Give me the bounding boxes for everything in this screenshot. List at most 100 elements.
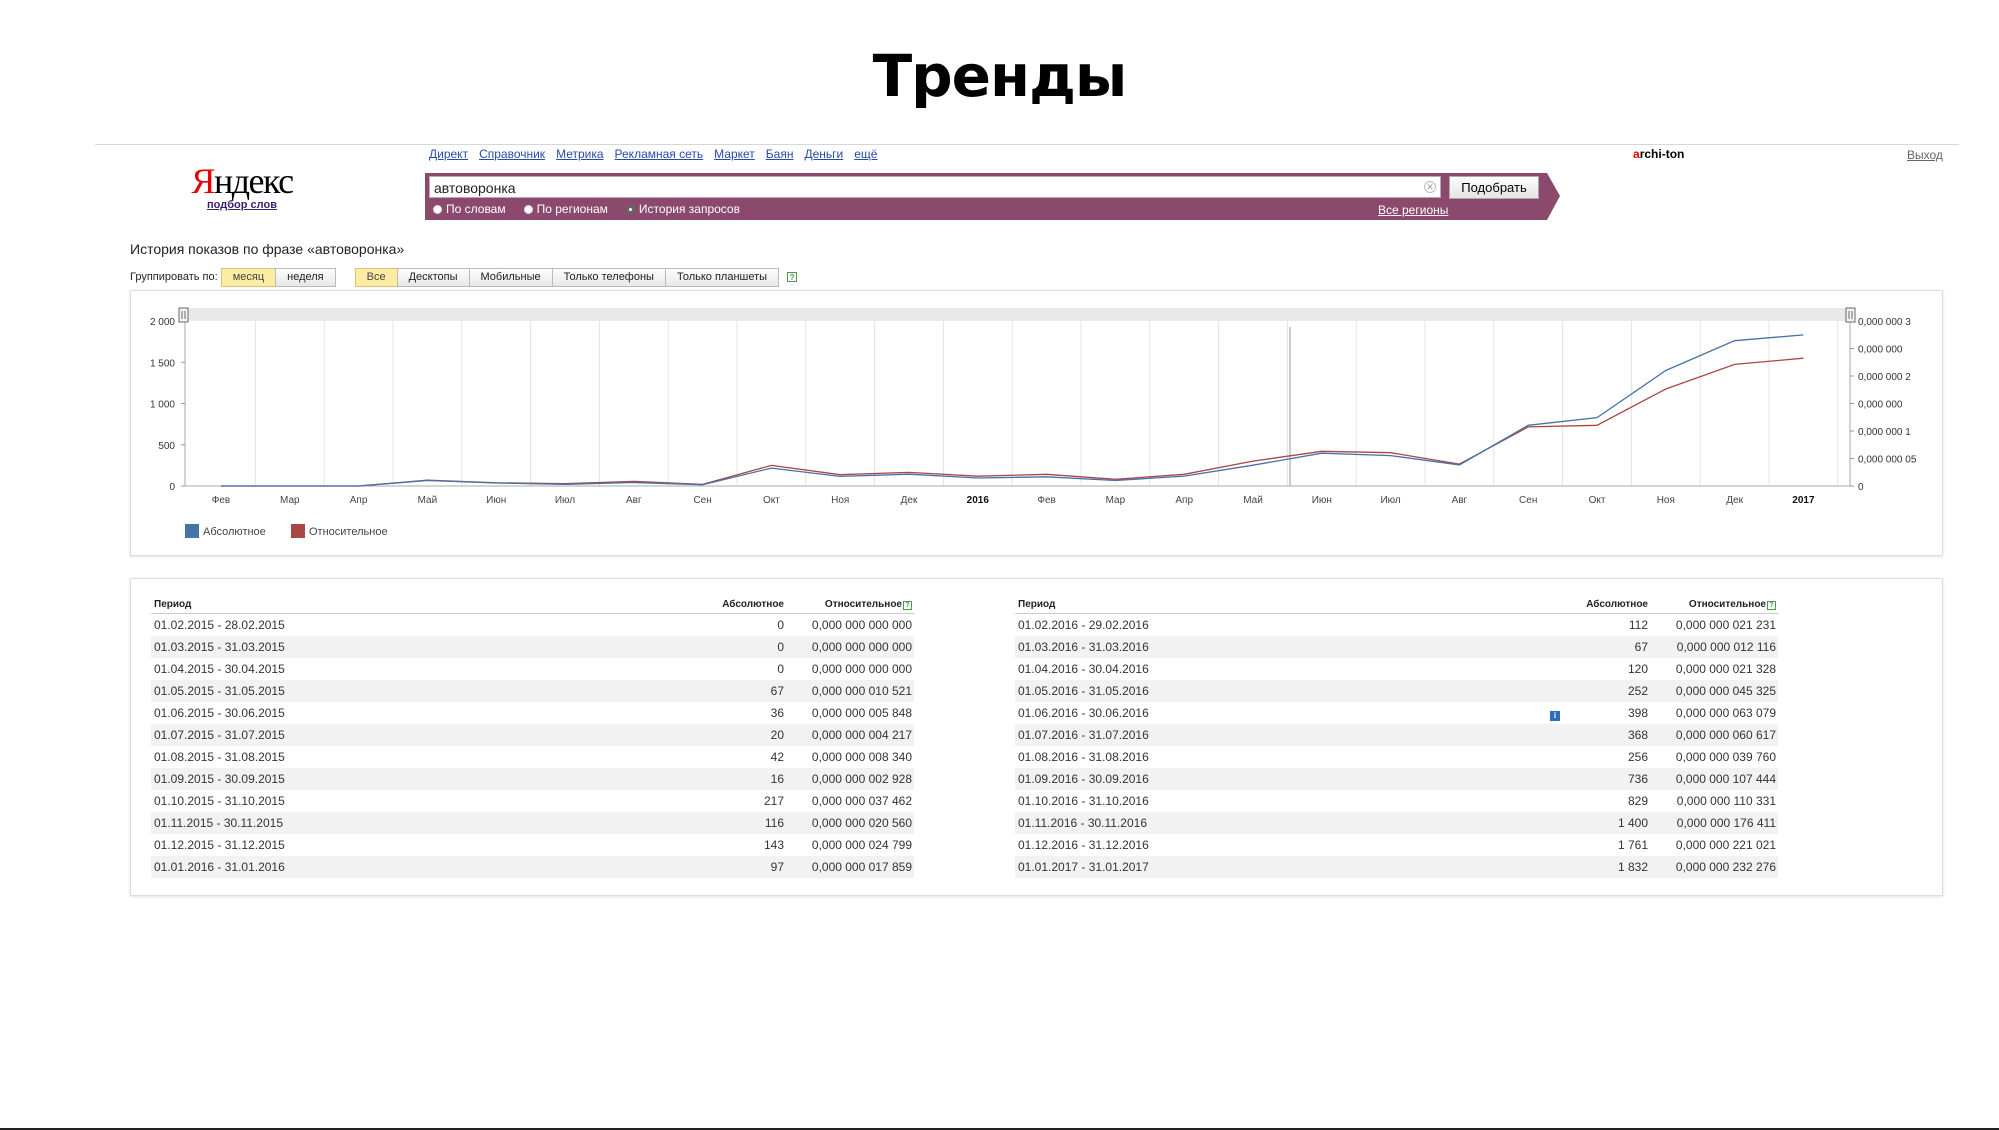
help-icon[interactable]: ? bbox=[903, 600, 912, 610]
range-handle-right[interactable] bbox=[1845, 307, 1856, 323]
logout-link[interactable]: Выход bbox=[1907, 148, 1943, 162]
table-row: 01.02.2015 - 28.02.2015 0 0,000 000 000 00… bbox=[151, 614, 914, 637]
cell-absolute: 829 bbox=[1548, 790, 1648, 812]
user-login-first-letter: a bbox=[1633, 147, 1640, 161]
search-input[interactable]: автоворонка bbox=[429, 176, 1441, 198]
header-relative-label: Относительное bbox=[1688, 598, 1766, 610]
cell-absolute-value: 42 bbox=[770, 750, 784, 764]
table-row: 01.02.2016 - 29.02.2016 112 0,000 000 021 … bbox=[1015, 614, 1778, 637]
y2-tick-label: 0,000 000 1 bbox=[1858, 427, 1911, 438]
cell-period: 01.12.2016 - 31.12.2016 bbox=[1018, 838, 1149, 852]
table-row: 01.08.2015 - 31.08.2015 42 0,000 000 008 3… bbox=[151, 746, 914, 768]
legend-swatch-relative bbox=[291, 524, 305, 538]
table-header-row: Период Абсолютное Относительное? bbox=[151, 595, 914, 614]
cell-absolute: 116 bbox=[684, 812, 784, 834]
info-icon[interactable]: i bbox=[1549, 710, 1560, 721]
yandex-logo[interactable]: Яндекс подбор слов bbox=[190, 161, 294, 211]
table-row: 01.04.2016 - 30.04.2016 120 0,000 000 021 … bbox=[1015, 658, 1778, 680]
radio-query-history[interactable]: История запросов bbox=[625, 202, 740, 216]
all-regions-link[interactable]: Все регионы bbox=[1378, 203, 1448, 217]
table-row: 01.08.2016 - 31.08.2016 256 0,000 000 039 … bbox=[1015, 746, 1778, 768]
device-all-button[interactable]: Все bbox=[354, 268, 398, 287]
cell-absolute-value: 1 400 bbox=[1617, 816, 1648, 830]
cell-relative: 0,000 000 020 560 bbox=[784, 812, 914, 834]
nav-link[interactable]: Баян bbox=[766, 147, 794, 161]
table-row: 01.12.2016 - 31.12.2016 1 761 0,000 000 22… bbox=[1015, 834, 1778, 856]
x-tick-label: Авг bbox=[1452, 495, 1468, 506]
table-row: 01.07.2015 - 31.07.2015 20 0,000 000 004 2… bbox=[151, 724, 914, 746]
cell-absolute: 67 bbox=[1548, 636, 1648, 658]
x-tick-label: Мар bbox=[1106, 495, 1126, 506]
x-tick-label: 2017 bbox=[1792, 495, 1815, 506]
table-panel: Период Абсолютное Относительное? 01.02.2… bbox=[130, 578, 1943, 896]
cell-period: 01.01.2017 - 31.01.2017 bbox=[1015, 856, 1548, 878]
cell-absolute: 217 bbox=[684, 790, 784, 812]
device-phones-button[interactable]: Только телефоны bbox=[551, 268, 666, 287]
help-icon[interactable]: ? bbox=[787, 272, 798, 282]
x-tick-label: Фев bbox=[1037, 495, 1055, 506]
device-desktop-button[interactable]: Десктопы bbox=[396, 268, 470, 287]
table-row: 01.07.2016 - 31.07.2016 368 0,000 000 060 … bbox=[1015, 724, 1778, 746]
nav-link[interactable]: Деньги bbox=[804, 147, 843, 161]
group-week-button[interactable]: неделя bbox=[275, 268, 336, 287]
nav-link[interactable]: Справочник bbox=[479, 147, 545, 161]
nav-link-more[interactable]: ещё bbox=[854, 147, 877, 161]
radio-by-words[interactable]: По словам bbox=[433, 202, 506, 216]
cell-absolute: 368 bbox=[1548, 724, 1648, 746]
x-tick-label: Фев bbox=[212, 495, 230, 506]
range-handle-left[interactable] bbox=[178, 307, 189, 323]
x-tick-label: Сен bbox=[1519, 495, 1537, 506]
y-axis-ticks: 0 500 1 000 1 500 2 000 bbox=[150, 317, 185, 493]
cell-absolute: 0 bbox=[684, 658, 784, 680]
group-month-button[interactable]: месяц bbox=[220, 268, 277, 287]
cell-relative: 0,000 000 037 462 bbox=[811, 794, 912, 808]
user-login[interactable]: archi-ton bbox=[1633, 147, 1684, 161]
x-tick-label: Апр bbox=[1175, 495, 1193, 506]
cell-period: 01.11.2016 - 30.11.2016 bbox=[1015, 812, 1548, 834]
nav-link[interactable]: Метрика bbox=[556, 147, 603, 161]
cell-period: 01.09.2015 - 30.09.2015 bbox=[151, 768, 684, 790]
y-tick-label: 1 000 bbox=[150, 400, 175, 411]
nav-link[interactable]: Рекламная сеть bbox=[615, 147, 704, 161]
nav-link[interactable]: Маркет bbox=[714, 147, 755, 161]
cell-period: 01.05.2016 - 31.05.2016 bbox=[1015, 680, 1548, 702]
cell-period: 01.02.2016 - 29.02.2016 bbox=[1018, 618, 1149, 632]
cell-relative: 0,000 000 221 021 bbox=[1675, 838, 1776, 852]
cell-period: 01.03.2015 - 31.03.2015 bbox=[151, 636, 684, 658]
cell-absolute-value: 829 bbox=[1627, 794, 1648, 808]
x-tick-label: Сен bbox=[693, 495, 711, 506]
services-nav: Директ Справочник Метрика Рекламная сеть Мар… bbox=[429, 147, 888, 161]
device-tablets-button[interactable]: Только планшеты bbox=[664, 268, 780, 287]
x-tick-label: Ноя bbox=[831, 495, 849, 506]
submit-button[interactable]: Подобрать bbox=[1449, 176, 1539, 199]
x-tick-label: Окт bbox=[1589, 495, 1606, 506]
device-mobile-button[interactable]: Мобильные bbox=[468, 268, 553, 287]
cell-absolute: 36 bbox=[684, 702, 784, 724]
table-row: 01.09.2015 - 30.09.2015 16 0,000 000 002 9… bbox=[151, 768, 914, 790]
radio-by-regions[interactable]: По регионам bbox=[523, 202, 608, 216]
cell-absolute: 42 bbox=[684, 746, 784, 768]
cell-relative: 0,000 000 060 617 bbox=[1648, 724, 1778, 746]
header-absolute: Абсолютное bbox=[1548, 595, 1648, 614]
legend-item-relative[interactable]: Относительное bbox=[291, 524, 388, 538]
cell-relative: 0,000 000 021 231 bbox=[1675, 618, 1776, 632]
cell-period: 01.11.2015 - 30.11.2015 bbox=[151, 812, 684, 834]
cell-relative: 0,000 000 024 799 bbox=[811, 838, 912, 852]
cell-absolute-value: 116 bbox=[764, 816, 784, 830]
cell-absolute-value: 20 bbox=[770, 728, 784, 742]
table-row: 01.06.2015 - 30.06.2015 36 0,000 000 005 8… bbox=[151, 702, 914, 724]
cell-period: 01.04.2016 - 30.04.2016 bbox=[1018, 662, 1149, 676]
legend-swatch-absolute bbox=[185, 524, 199, 538]
y-tick-label: 2 000 bbox=[150, 317, 175, 328]
cell-relative: 0,000 000 000 000 bbox=[811, 662, 912, 676]
clear-icon[interactable]: ✕ bbox=[1424, 181, 1436, 193]
cell-relative: 0,000 000 045 325 bbox=[1648, 680, 1778, 702]
legend-item-absolute[interactable]: Абсолютное bbox=[185, 524, 266, 538]
logo-brand-rest: ндекс bbox=[213, 161, 294, 201]
cell-relative: 0,000 000 107 444 bbox=[1648, 768, 1778, 790]
help-icon[interactable]: ? bbox=[1767, 600, 1776, 610]
y2-axis-ticks: 0 0,000 000 05 0,000 000 1 0,000 000 0,000 0… bbox=[1850, 317, 1917, 493]
cell-absolute-value: 120 bbox=[1627, 662, 1648, 676]
nav-link[interactable]: Директ bbox=[429, 147, 468, 161]
